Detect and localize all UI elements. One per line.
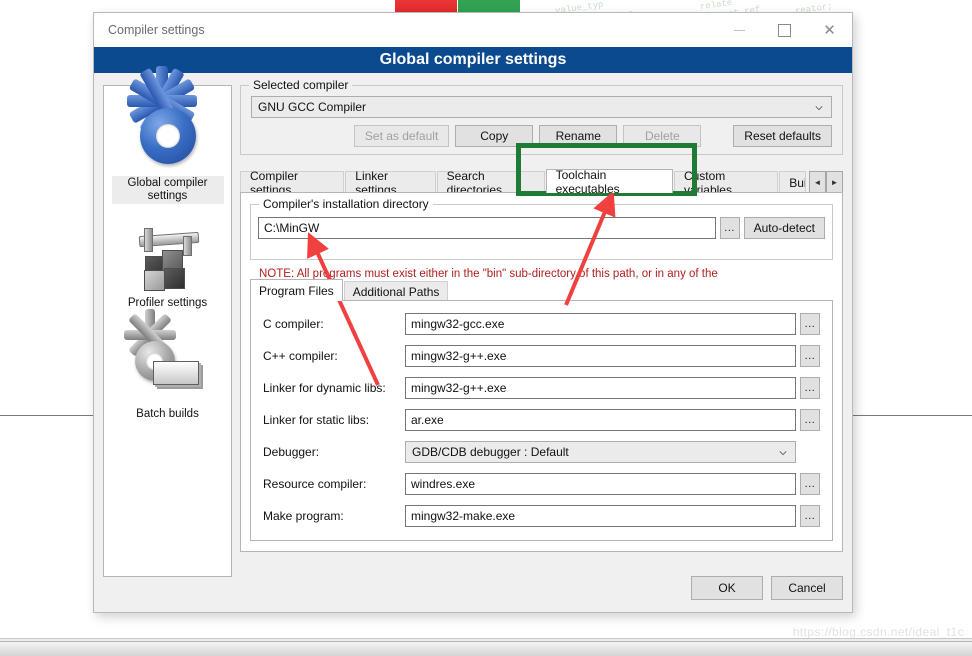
chevron-down-icon [815,106,823,111]
program-paths-tabs: Program Files Additional Paths [250,279,833,301]
make-program-input[interactable]: mingw32-make.exe [405,505,796,527]
chevron-down-icon [779,451,787,456]
compiler-action-buttons: Set as default Copy Rename Delete Reset … [251,125,832,147]
reset-defaults-button[interactable]: Reset defaults [733,125,832,147]
dialog-banner: Global compiler settings [94,47,852,73]
field-row-c-compiler: C compiler: mingw32-gcc.exe ... [263,313,820,335]
caliper-cubes-icon [131,220,205,292]
toolchain-executables-panel: Compiler's installation directory C:\Min… [240,192,843,552]
field-row-make-program: Make program: mingw32-make.exe ... [263,505,820,527]
cancel-button[interactable]: Cancel [771,576,843,600]
field-row-resource-compiler: Resource compiler: windres.exe ... [263,473,820,495]
linker-dynamic-browse-button[interactable]: ... [800,377,820,399]
sidebar-item-profiler-settings[interactable]: Profiler settings [104,204,231,311]
tab-compiler-settings[interactable]: Compiler settings [240,169,345,197]
cpp-compiler-label: C++ compiler: [263,349,338,363]
minimize-button[interactable] [717,13,762,47]
page-watermark: https://blog.csdn.net/ideal_t1c [792,625,964,639]
c-compiler-browse-button[interactable]: ... [800,313,820,335]
chevron-right-icon[interactable]: ► [825,171,843,193]
window-controls: ✕ [717,13,852,47]
field-row-linker-static: Linker for static libs: ar.exe ... [263,409,820,431]
compiler-select-value: GNU GCC Compiler [258,100,367,114]
debugger-select[interactable]: GDB/CDB debugger : Default [405,441,796,463]
tab-additional-paths[interactable]: Additional Paths [343,281,449,301]
make-program-browse-button[interactable]: ... [800,505,820,527]
sidebar-item-global-compiler-settings[interactable]: Global compiler settings [104,66,231,204]
debugger-select-value: GDB/CDB debugger : Default [412,445,569,459]
auto-detect-button[interactable]: Auto-detect [743,217,825,239]
delete-button[interactable]: Delete [623,125,702,147]
tab-search-directories[interactable]: Search directories [436,169,545,197]
tab-scroll-buttons: ◄ ► [808,171,843,193]
linker-static-input[interactable]: ar.exe [405,409,796,431]
taskbar[interactable] [0,641,972,656]
cpp-compiler-browse-button[interactable]: ... [800,345,820,367]
gear-stack-icon [123,309,205,403]
blue-gear-icon [126,66,205,172]
tab-custom-variables[interactable]: Custom variables [673,169,779,197]
settings-tabs: Compiler settings Linker settings Search… [240,168,843,197]
make-program-label: Make program: [263,509,344,523]
tab-build-options[interactable]: Bui [779,171,806,193]
compiler-select[interactable]: GNU GCC Compiler [251,96,832,118]
field-row-linker-dynamic: Linker for dynamic libs: mingw32-g++.exe… [263,377,820,399]
set-as-default-button[interactable]: Set as default [353,125,450,147]
copy-button[interactable]: Copy [455,125,534,147]
sidebar-item-label: Profiler settings [127,297,208,309]
tab-linker-settings[interactable]: Linker settings [345,169,436,197]
dialog-titlebar[interactable]: Compiler settings ✕ [94,13,852,47]
c-compiler-label: C compiler: [263,317,324,331]
sidebar-item-batch-builds[interactable]: Batch builds [104,309,231,422]
settings-category-list[interactable]: Global compiler settings Profiler settin… [103,66,232,577]
linker-dynamic-label: Linker for dynamic libs: [263,381,386,395]
minimize-icon [734,29,745,31]
settings-content-pane: Selected compiler GNU GCC Compiler Set a… [240,78,843,552]
tab-toolchain-executables[interactable]: Toolchain executables [545,168,673,196]
compiler-settings-dialog: Compiler settings ✕ Global compiler sett… [93,12,853,613]
dialog-title: Compiler settings [108,23,205,37]
install-directory-group: Compiler's installation directory C:\Min… [250,197,833,260]
install-directory-browse-button[interactable]: ... [719,217,740,239]
install-directory-input[interactable]: C:\MinGW [258,217,716,239]
chevron-left-icon[interactable]: ◄ [808,171,826,193]
maximize-icon [778,23,791,37]
install-directory-legend: Compiler's installation directory [259,197,433,211]
install-directory-row: C:\MinGW ... Auto-detect [258,217,825,239]
maximize-button[interactable] [762,13,807,47]
selected-compiler-group: Selected compiler GNU GCC Compiler Set a… [240,78,843,155]
field-row-cpp-compiler: C++ compiler: mingw32-g++.exe ... [263,345,820,367]
resource-compiler-browse-button[interactable]: ... [800,473,820,495]
debugger-label: Debugger: [263,445,320,459]
linker-static-label: Linker for static libs: [263,413,370,427]
linker-dynamic-input[interactable]: mingw32-g++.exe [405,377,796,399]
sidebar-item-label: Batch builds [136,408,199,420]
rename-button[interactable]: Rename [539,125,618,147]
close-button[interactable]: ✕ [807,13,852,47]
dialog-body: Global compiler settings Profiler settin… [94,66,852,612]
resource-compiler-label: Resource compiler: [263,477,367,491]
field-row-debugger: Debugger: GDB/CDB debugger : Default [263,441,820,463]
cpp-compiler-input[interactable]: mingw32-g++.exe [405,345,796,367]
page-title: Global compiler settings [379,51,567,68]
tab-program-files[interactable]: Program Files [250,279,343,301]
selected-compiler-legend: Selected compiler [249,78,353,92]
ok-button[interactable]: OK [691,576,763,600]
dialog-footer: OK Cancel [691,576,843,600]
program-files-panel: C compiler: mingw32-gcc.exe ... C++ comp… [250,300,833,541]
close-icon: ✕ [823,21,836,39]
c-compiler-input[interactable]: mingw32-gcc.exe [405,313,796,335]
linker-static-browse-button[interactable]: ... [800,409,820,431]
sidebar-item-label: Global compiler settings [111,176,224,204]
resource-compiler-input[interactable]: windres.exe [405,473,796,495]
